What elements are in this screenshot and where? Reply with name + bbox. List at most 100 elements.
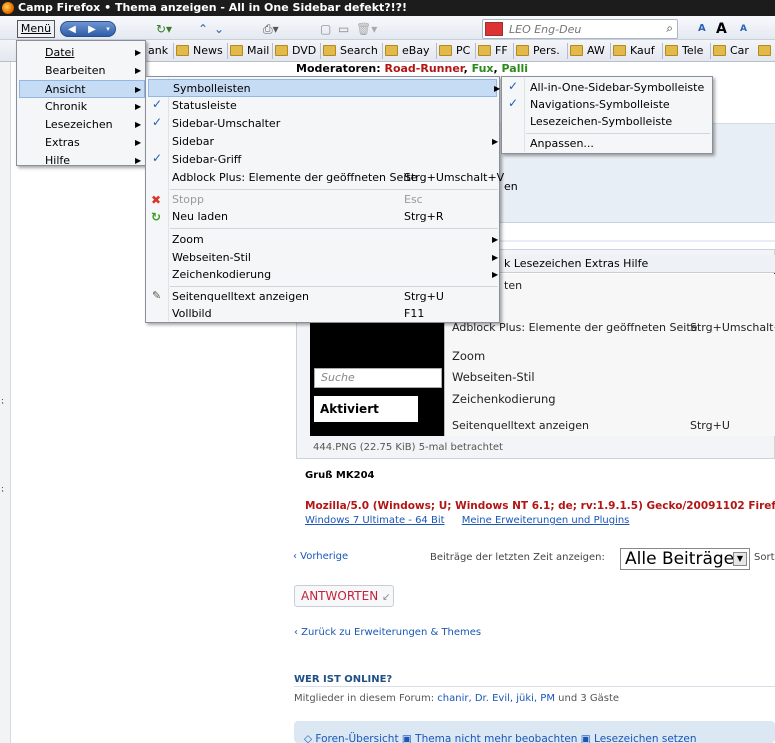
toolbars-submenu: ✓ All-in-One-Sidebar-Symbolleiste ✓ Navi… bbox=[501, 76, 713, 154]
menu-item-chronik[interactable]: Chronik ▶ bbox=[45, 98, 145, 116]
menu-item-seitenquelltext[interactable]: Seitenquelltext anzeigen Strg+U bbox=[172, 288, 498, 306]
menu-item-sidebar[interactable]: Sidebar ▶ bbox=[172, 133, 498, 151]
bookmark-item[interactable]: Mail bbox=[230, 42, 269, 60]
firefox-icon bbox=[2, 2, 14, 14]
history-dropdown-icon[interactable]: ▾ bbox=[101, 23, 115, 36]
menu-item-symbolleisten[interactable]: Symbolleisten ▶ bbox=[148, 79, 500, 97]
menu-item-aios-toolbar[interactable]: All-in-One-Sidebar-Symbolleiste bbox=[530, 79, 704, 97]
bookmark-item[interactable]: Tele bbox=[665, 42, 703, 60]
search-engine-icon[interactable] bbox=[485, 22, 503, 36]
menu-item-hilfe[interactable]: Hilfe ▶ bbox=[45, 152, 145, 170]
back-arrow-icon[interactable]: ◀ bbox=[65, 23, 79, 36]
search-box[interactable]: ⌕ bbox=[482, 19, 678, 39]
menu-item-webseiten-stil[interactable]: Webseiten-Stil ▶ bbox=[172, 249, 498, 267]
window-title: Camp Firefox • Thema anzeigen - All in O… bbox=[18, 1, 408, 14]
bookmark-separator bbox=[227, 43, 228, 59]
back-forward-button[interactable]: ◀ ▶ ▾ bbox=[60, 21, 116, 37]
moderator-link[interactable]: Road-Runner bbox=[384, 62, 463, 75]
bookmark-item[interactable]: eBay bbox=[385, 42, 430, 60]
zoom-reset-icon[interactable]: A bbox=[716, 19, 727, 39]
zoom-in-icon[interactable]: A bbox=[740, 19, 747, 39]
bookmark-item[interactable]: Car bbox=[713, 42, 749, 60]
bookmark-separator bbox=[436, 43, 437, 59]
zoom-out-icon[interactable]: A bbox=[698, 19, 706, 39]
menu-item-neu-laden[interactable]: Neu laden Strg+R bbox=[172, 208, 498, 226]
previous-link[interactable]: ‹ Vorherige bbox=[293, 551, 348, 562]
reply-arrow-icon: ↙ bbox=[382, 592, 391, 603]
moderator-link[interactable]: Fux bbox=[472, 62, 494, 75]
posts-filter-value: Alle Beiträge bbox=[625, 549, 735, 569]
bookmark-item[interactable]: ank bbox=[148, 42, 168, 60]
bookmark-item[interactable]: FF bbox=[478, 42, 508, 60]
menu-item-zoom[interactable]: Zoom ▶ bbox=[172, 231, 498, 249]
reload-icon: ↻ bbox=[151, 210, 162, 224]
search-input[interactable] bbox=[509, 22, 659, 36]
bookmark-item[interactable]: Search bbox=[323, 42, 378, 60]
pencil-icon: ✎ bbox=[152, 289, 162, 302]
magnifier-icon[interactable]: ⌕ bbox=[666, 21, 673, 36]
bookmark-label: eBay bbox=[402, 44, 430, 57]
chevron-right-icon: ▶ bbox=[135, 138, 142, 147]
folder-icon bbox=[385, 45, 398, 56]
menu-button[interactable]: Menü bbox=[17, 20, 55, 38]
reload-icon[interactable]: ↻▾ bbox=[156, 20, 172, 38]
menu-item-sidebar-umschalter[interactable]: Sidebar-Umschalter bbox=[172, 115, 280, 133]
menu-item-label: Symbolleisten bbox=[173, 82, 251, 95]
bookmark-item[interactable]: DVD bbox=[275, 42, 316, 60]
menu-item-label: Extras bbox=[45, 136, 80, 149]
bookmark-separator bbox=[662, 43, 663, 59]
new-window-icon[interactable]: ▢ bbox=[320, 20, 331, 38]
folder-icon bbox=[323, 45, 336, 56]
footer-links[interactable]: Foren-Übersicht ▣ Thema nicht mehr beoba… bbox=[315, 733, 696, 743]
bookmark-item[interactable]: AW bbox=[570, 42, 605, 60]
back-to-forum-link[interactable]: ‹ Zurück zu Erweiterungen & Themes bbox=[294, 627, 481, 638]
bookmark-separator bbox=[710, 43, 711, 59]
menu-item-extras[interactable]: Extras ▶ bbox=[45, 134, 145, 152]
menu-item-adblock[interactable]: Adblock Plus: Elemente der geöffneten Se… bbox=[172, 169, 504, 187]
sidebar-grip-icon[interactable]: ⁏ bbox=[1, 396, 4, 405]
reply-button[interactable]: ANTWORTEN ↙ bbox=[294, 585, 394, 607]
bookmark-item[interactable]: Kauf bbox=[613, 42, 655, 60]
trash-icon[interactable]: 🗑▾ bbox=[356, 20, 377, 38]
menu-item-statusleiste[interactable]: Statusleiste bbox=[172, 97, 237, 115]
chevron-down-icon[interactable]: ▼ bbox=[733, 552, 747, 566]
menu-item-ansicht[interactable]: Ansicht ▶ bbox=[19, 80, 145, 98]
menu-item-bookmarks-toolbar[interactable]: Lesezeichen-Symbolleiste bbox=[530, 113, 672, 131]
forward-arrow-icon[interactable]: ▶ bbox=[85, 23, 99, 36]
bookmark-item[interactable]: Pers. bbox=[516, 42, 560, 60]
chevron-right-icon: ▶ bbox=[135, 102, 142, 111]
menu-item-datei[interactable]: Datei ▶ bbox=[45, 44, 145, 62]
attachment-menu-row: Webseiten-Stil bbox=[452, 370, 535, 384]
bookmark-separator bbox=[382, 43, 383, 59]
bookmark-label: AW bbox=[587, 44, 605, 57]
scroll-down-icon[interactable]: ⌄ bbox=[214, 20, 224, 38]
scroll-up-icon[interactable]: ⌃ bbox=[198, 20, 208, 38]
menu-item-navigation-toolbar[interactable]: Navigations-Symbolleiste bbox=[530, 96, 670, 114]
posts-filter-select[interactable]: Alle Beiträge ▼ bbox=[620, 548, 750, 570]
bookmark-label: Pers. bbox=[533, 44, 560, 57]
menu-item-lesezeichen[interactable]: Lesezeichen ▶ bbox=[45, 116, 145, 134]
menu-item-zeichenkodierung[interactable]: Zeichenkodierung ▶ bbox=[172, 266, 498, 284]
menu-item-label: Zeichenkodierung bbox=[172, 268, 272, 281]
menu-item-vollbild[interactable]: Vollbild F11 bbox=[172, 305, 498, 323]
menu-item-stopp[interactable]: Stopp Esc bbox=[172, 191, 498, 209]
guests-count: und 3 Gäste bbox=[558, 693, 620, 704]
print-icon[interactable]: ⎙▾ bbox=[263, 20, 279, 38]
moderator-link[interactable]: Palli bbox=[502, 62, 529, 75]
sidebar-grip-icon[interactable]: ⁏ bbox=[1, 484, 4, 493]
menu-item-sidebar-griff[interactable]: Sidebar-Griff bbox=[172, 151, 241, 169]
menu-item-bearbeiten[interactable]: Bearbeiten ▶ bbox=[45, 62, 145, 80]
signature-link[interactable]: Windows 7 Ultimate - 64 Bit bbox=[305, 515, 445, 526]
member-links[interactable]: chanir, Dr. Evil, jüki, PM bbox=[437, 693, 555, 704]
home-icon[interactable]: ◇ bbox=[304, 733, 312, 743]
menu-item-anpassen[interactable]: Anpassen... bbox=[530, 135, 594, 153]
bookmark-item[interactable]: PC bbox=[439, 42, 470, 60]
menu-item-label: Stopp bbox=[172, 193, 204, 206]
bookmark-separator bbox=[610, 43, 611, 59]
bookmark-item[interactable]: News bbox=[176, 42, 223, 60]
folder-icon bbox=[478, 45, 491, 56]
signature-link[interactable]: Meine Erweiterungen und Plugins bbox=[462, 515, 630, 526]
new-tab-icon[interactable]: ▭ bbox=[338, 20, 349, 38]
bookmark-item[interactable] bbox=[758, 42, 775, 60]
moderators-label: Moderatoren: bbox=[296, 62, 381, 75]
